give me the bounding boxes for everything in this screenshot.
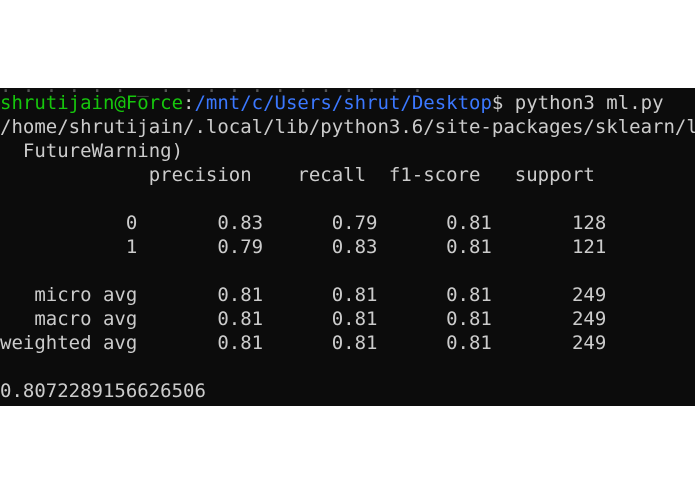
- prompt-user-host: shrutijain@Force: [0, 92, 184, 114]
- warning-path-line: /home/shrutijain/.local/lib/python3.6/si…: [0, 116, 695, 138]
- prompt-separator: :: [183, 92, 195, 114]
- prompt-symbol: $: [491, 92, 504, 114]
- command-text: python3 ml.py: [503, 92, 664, 114]
- terminal-window[interactable]: . . . . . . _ . . . . . . . . . . . . sh…: [0, 88, 695, 406]
- prompt-path: /mnt/c/Users/shrut/Desktop: [194, 92, 492, 114]
- report-header: precision recall f1-score support: [0, 164, 595, 186]
- warning-tail-line: FutureWarning): [0, 140, 184, 162]
- report-row-micro-avg: micro avg 0.81 0.81 0.81 249: [0, 284, 607, 306]
- report-row-class-1: 1 0.79 0.83 0.81 121: [0, 236, 607, 258]
- report-row-class-0: 0 0.83 0.79 0.81 128: [0, 212, 607, 234]
- report-row-weighted-avg: weighted avg 0.81 0.81 0.81 249: [0, 332, 607, 354]
- accuracy-output: 0.8072289156626506: [0, 380, 206, 402]
- prompt-line: shrutijain@Force:/mnt/c/Users/shrut/Desk…: [0, 91, 664, 115]
- report-row-macro-avg: macro avg 0.81 0.81 0.81 249: [0, 308, 607, 330]
